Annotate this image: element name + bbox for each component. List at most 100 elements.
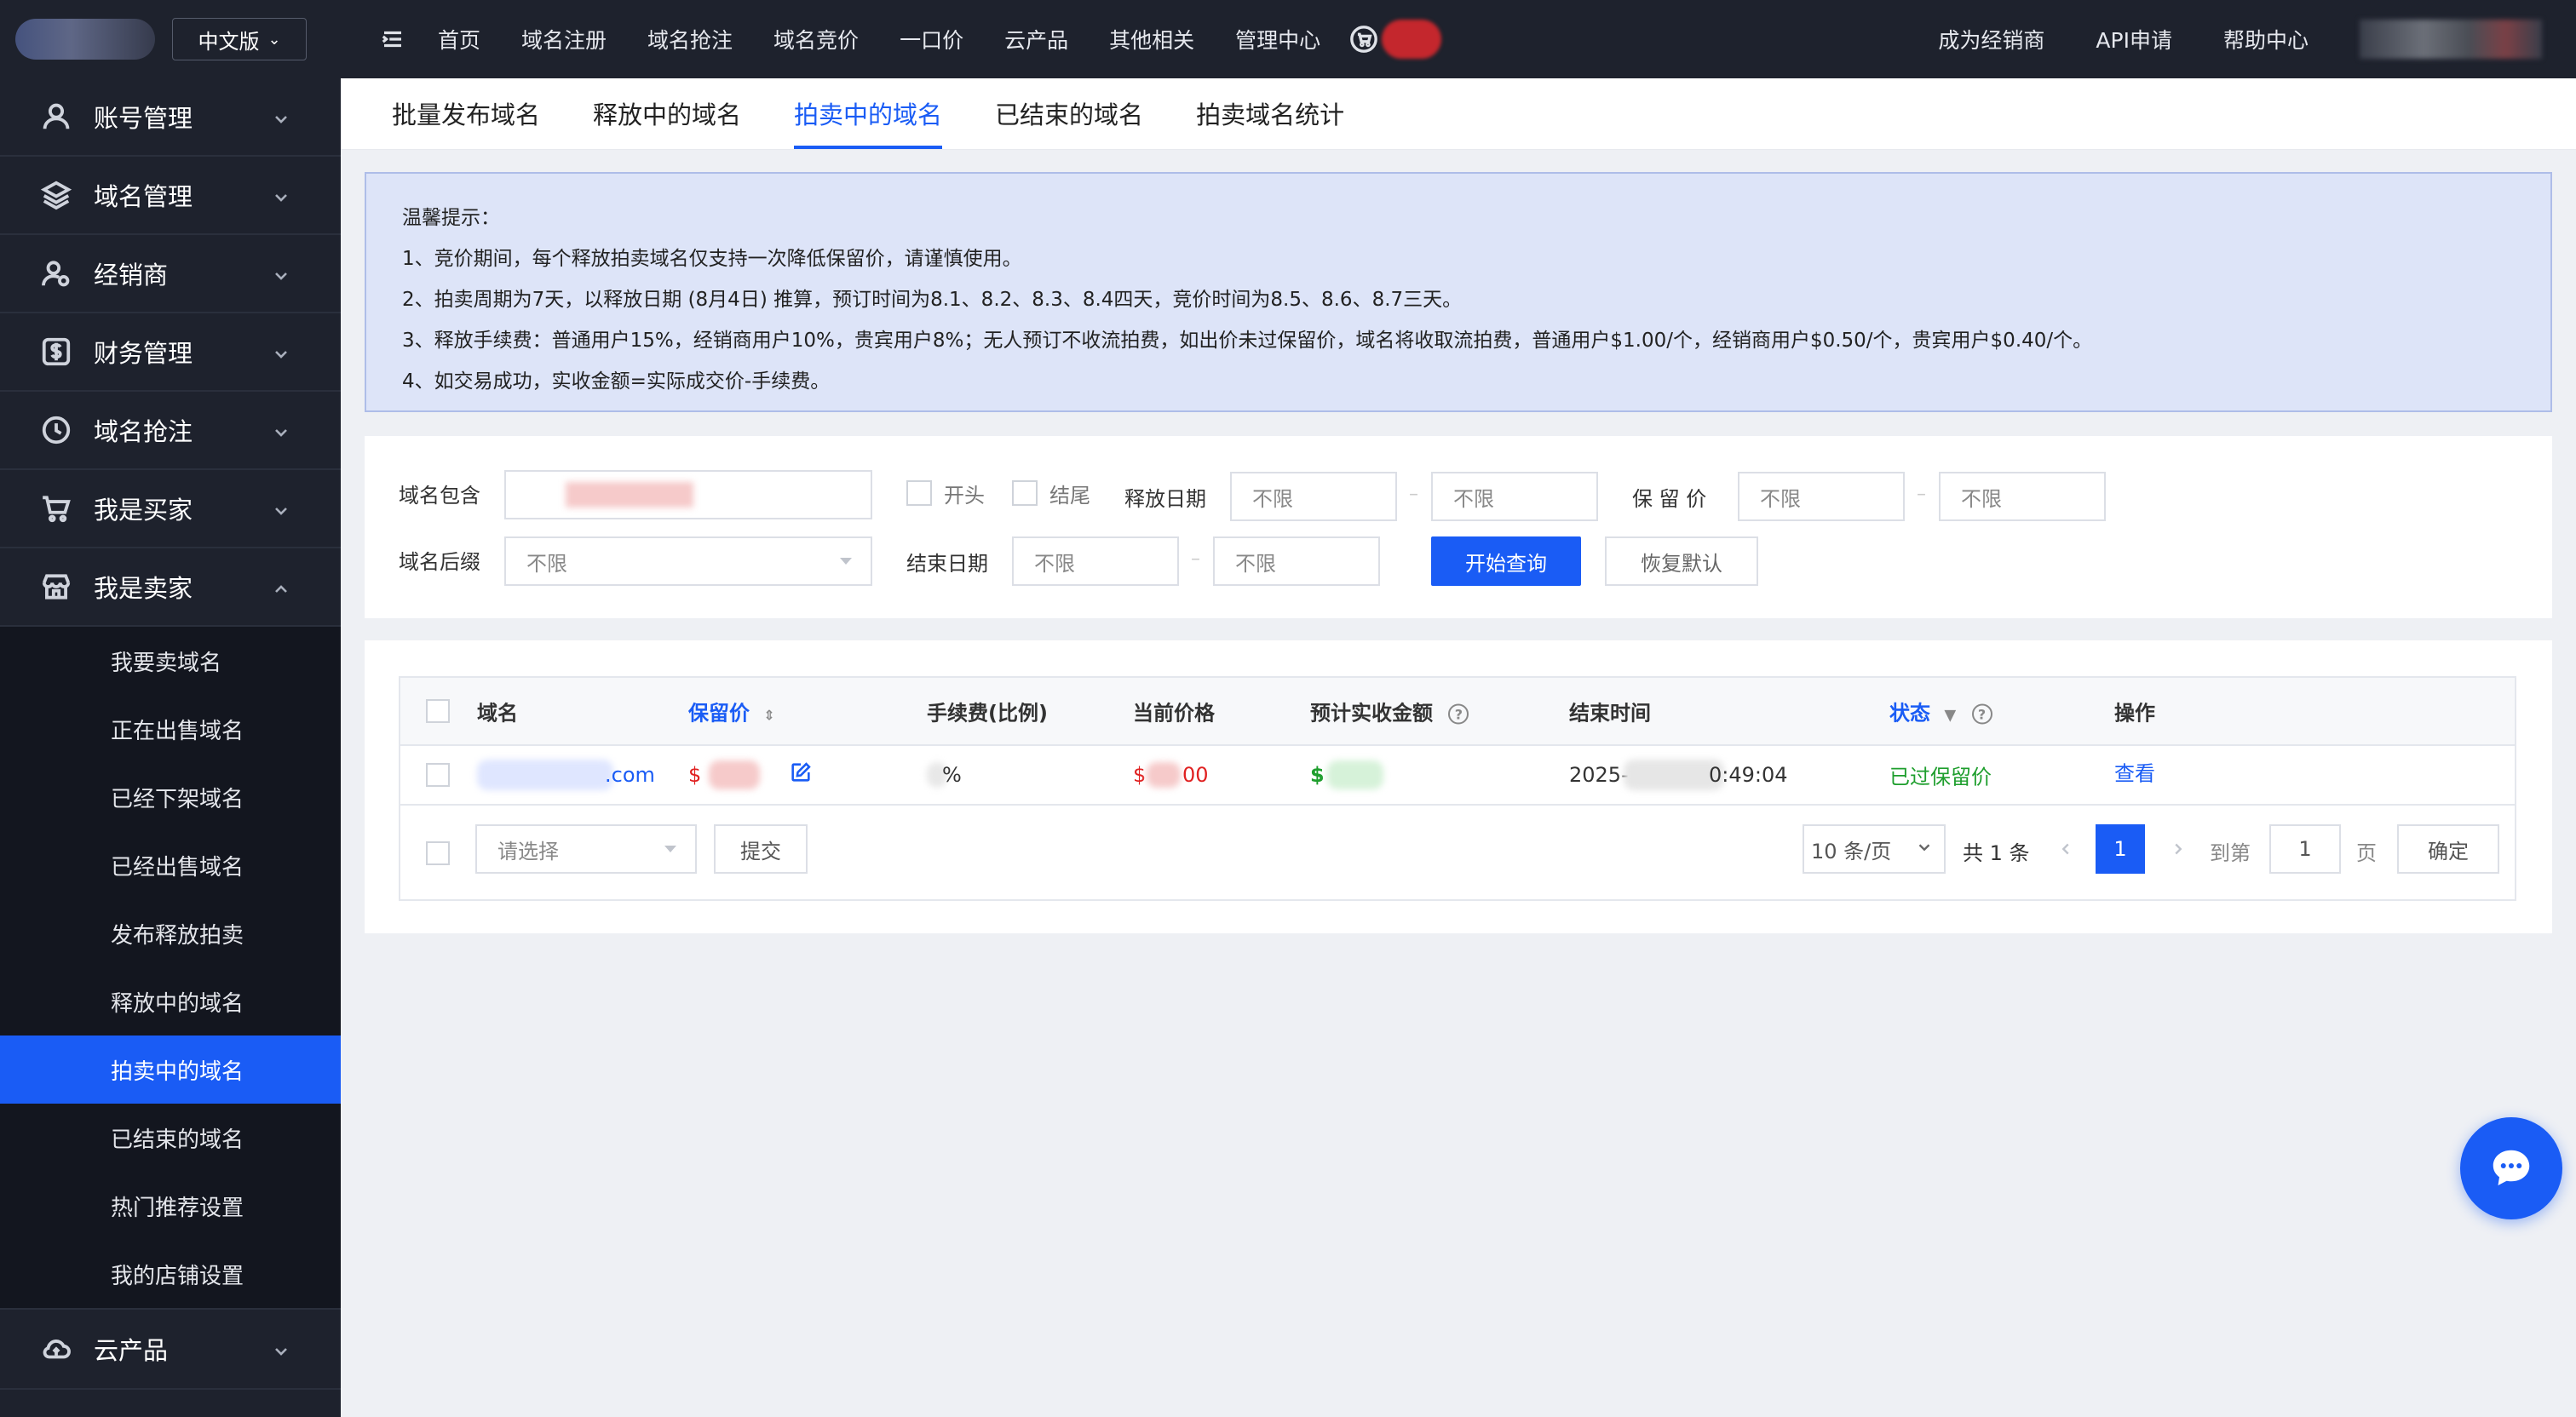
- notice-title: 温馨提示：: [402, 207, 500, 229]
- topnav-right: 成为经销商 API申请 帮助中心: [1938, 20, 2576, 59]
- search-button[interactable]: 开始查询: [1431, 536, 1581, 586]
- placeholder-text: 不限: [1235, 551, 1276, 576]
- language-select[interactable]: 中文版 ⌄: [172, 18, 307, 60]
- nav-api-apply[interactable]: API申请: [2096, 24, 2172, 54]
- results-table: 域名 保留价 ⇕ 手续费(比例) 当前价格 预计实收金额 ? 结束时间 状态 ▼…: [399, 676, 2516, 901]
- sort-icon[interactable]: ⇕: [763, 708, 774, 724]
- domain-contains-input[interactable]: [504, 470, 872, 519]
- chevron-down-icon: [271, 1339, 291, 1359]
- starts-with-label: 开头: [944, 484, 985, 508]
- nav-domain-snatch[interactable]: 域名抢注: [647, 24, 733, 54]
- sidebar-item-domain-manage[interactable]: 域名管理: [0, 157, 341, 235]
- table-row: .com $ % $ 00 $ 2025- 0:49:04 已过保留价 查看: [400, 746, 2515, 806]
- nav-other[interactable]: 其他相关: [1109, 24, 1194, 54]
- submit-button[interactable]: 提交: [714, 824, 808, 874]
- end-date-from[interactable]: 不限: [1012, 536, 1179, 586]
- goto-page-input[interactable]: 1: [2269, 824, 2341, 874]
- submenu-item-active[interactable]: 拍卖中的域名: [0, 1036, 341, 1104]
- site-logo[interactable]: [15, 19, 155, 60]
- submenu-item[interactable]: 热门推荐设置: [0, 1172, 341, 1240]
- cloud-icon: [39, 1332, 73, 1366]
- next-page-icon[interactable]: [2169, 840, 2188, 862]
- reserve-price-from[interactable]: 不限: [1738, 472, 1905, 521]
- release-date-to[interactable]: 不限: [1431, 472, 1598, 521]
- nav-become-reseller[interactable]: 成为经销商: [1938, 24, 2044, 54]
- sidebar-item-label: 财务管理: [94, 339, 193, 368]
- tab-ended[interactable]: 已结束的域名: [995, 77, 1143, 149]
- cart-icon[interactable]: [1349, 25, 1378, 54]
- total-count: 共 1 条: [1963, 841, 2030, 865]
- starts-with-checkbox[interactable]: [906, 480, 932, 506]
- submenu-item[interactable]: 释放中的域名: [0, 967, 341, 1036]
- footer-checkbox[interactable]: [426, 841, 450, 865]
- end-time-head: 2025-: [1569, 763, 1629, 787]
- submenu-item[interactable]: 已经出售域名: [0, 831, 341, 899]
- nav-domain-bid[interactable]: 域名竞价: [773, 24, 859, 54]
- submenu-item[interactable]: 已经下架域名: [0, 763, 341, 831]
- chat-support-button[interactable]: [2460, 1117, 2562, 1219]
- sidebar-item-account[interactable]: 账号管理: [0, 78, 341, 157]
- prev-page-icon[interactable]: [2056, 840, 2075, 862]
- avatar[interactable]: [2360, 20, 2542, 59]
- col-reserve-price[interactable]: 保留价 ⇕: [688, 697, 775, 726]
- help-icon[interactable]: ?: [1448, 703, 1469, 725]
- end-date-to[interactable]: 不限: [1213, 536, 1380, 586]
- ends-with-checkbox[interactable]: [1012, 480, 1038, 506]
- sidebar-item-label: 云产品: [94, 1336, 169, 1365]
- nav-domain-register[interactable]: 域名注册: [521, 24, 607, 54]
- sidebar-item-reseller[interactable]: 经销商: [0, 235, 341, 313]
- sidebar-item-snatch[interactable]: 域名抢注: [0, 392, 341, 470]
- cart-badge: [1382, 20, 1442, 59]
- edit-icon[interactable]: [789, 760, 813, 789]
- sidebar-item-seller[interactable]: 我是卖家: [0, 548, 341, 627]
- tab-statistics[interactable]: 拍卖域名统计: [1196, 77, 1344, 149]
- sidebar-item-buyer[interactable]: 我是买家: [0, 470, 341, 548]
- current-price-prefix: $: [1133, 763, 1147, 787]
- col-action: 操作: [2114, 701, 2155, 726]
- release-date-from[interactable]: 不限: [1230, 472, 1397, 521]
- status-badge: 已过保留价: [1889, 765, 1992, 789]
- nav-fixed-price[interactable]: 一口价: [900, 24, 963, 54]
- view-link[interactable]: 查看: [2114, 757, 2155, 787]
- col-estimate: 预计实收金额 ?: [1310, 697, 1469, 726]
- caret-down-icon: [840, 558, 852, 565]
- nav-home[interactable]: 首页: [438, 24, 480, 54]
- clock-icon: [39, 413, 73, 447]
- reserve-price-to[interactable]: 不限: [1939, 472, 2106, 521]
- select-all-checkbox[interactable]: [426, 699, 450, 723]
- submenu-item[interactable]: 我要卖域名: [0, 627, 341, 695]
- filter-caret-icon[interactable]: ▼: [1944, 707, 1956, 725]
- notice-line: 3、释放手续费：普通用户15%，经销商用户10%，贵宾用户8%；无人预订不收流拍…: [402, 330, 2093, 352]
- seller-submenu: 我要卖域名 正在出售域名 已经下架域名 已经出售域名 发布释放拍卖 释放中的域名…: [0, 627, 341, 1308]
- blurred-value: [566, 482, 693, 508]
- goto-label: 到第: [2210, 841, 2251, 865]
- top-navbar: 首页 域名注册 域名抢注 域名竞价 一口价 云产品 其他相关 管理中心 成为经销…: [341, 0, 2576, 78]
- sidebar-item-cloud[interactable]: 云产品: [0, 1308, 341, 1390]
- tab-batch-publish[interactable]: 批量发布域名: [392, 77, 540, 149]
- tab-releasing[interactable]: 释放中的域名: [593, 77, 741, 149]
- goto-confirm-button[interactable]: 确定: [2397, 824, 2499, 874]
- nav-help[interactable]: 帮助中心: [2223, 24, 2309, 54]
- submenu-item[interactable]: 正在出售域名: [0, 695, 341, 763]
- page-number-active[interactable]: 1: [2096, 824, 2145, 874]
- reset-button[interactable]: 恢复默认: [1605, 536, 1758, 586]
- help-icon[interactable]: ?: [1971, 703, 1992, 725]
- submenu-item[interactable]: 已结束的域名: [0, 1104, 341, 1172]
- domain-link[interactable]: .com: [605, 763, 655, 787]
- menu-toggle-icon[interactable]: [380, 26, 405, 52]
- page-size-select[interactable]: 10 条/页: [1803, 824, 1946, 874]
- submenu-item[interactable]: 发布释放拍卖: [0, 899, 341, 967]
- suffix-select[interactable]: 不限: [504, 536, 872, 586]
- batch-action-select[interactable]: 请选择: [475, 824, 697, 874]
- row-checkbox[interactable]: [426, 763, 450, 787]
- nav-admin[interactable]: 管理中心: [1235, 24, 1320, 54]
- submenu-item[interactable]: 我的店铺设置: [0, 1240, 341, 1308]
- sidebar-item-label: 域名管理: [94, 182, 193, 211]
- user-icon: [39, 100, 73, 134]
- nav-cloud[interactable]: 云产品: [1004, 24, 1068, 54]
- col-status[interactable]: 状态 ▼ ?: [1889, 697, 1992, 726]
- chat-bubble-icon: [2493, 1150, 2530, 1185]
- sidebar: 中文版 ⌄ 账号管理 域名管理 经销商 财务管理 域名抢注 我是买家 我是卖家 …: [0, 0, 341, 1417]
- sidebar-item-finance[interactable]: 财务管理: [0, 313, 341, 392]
- tab-auctioning[interactable]: 拍卖中的域名: [794, 77, 943, 149]
